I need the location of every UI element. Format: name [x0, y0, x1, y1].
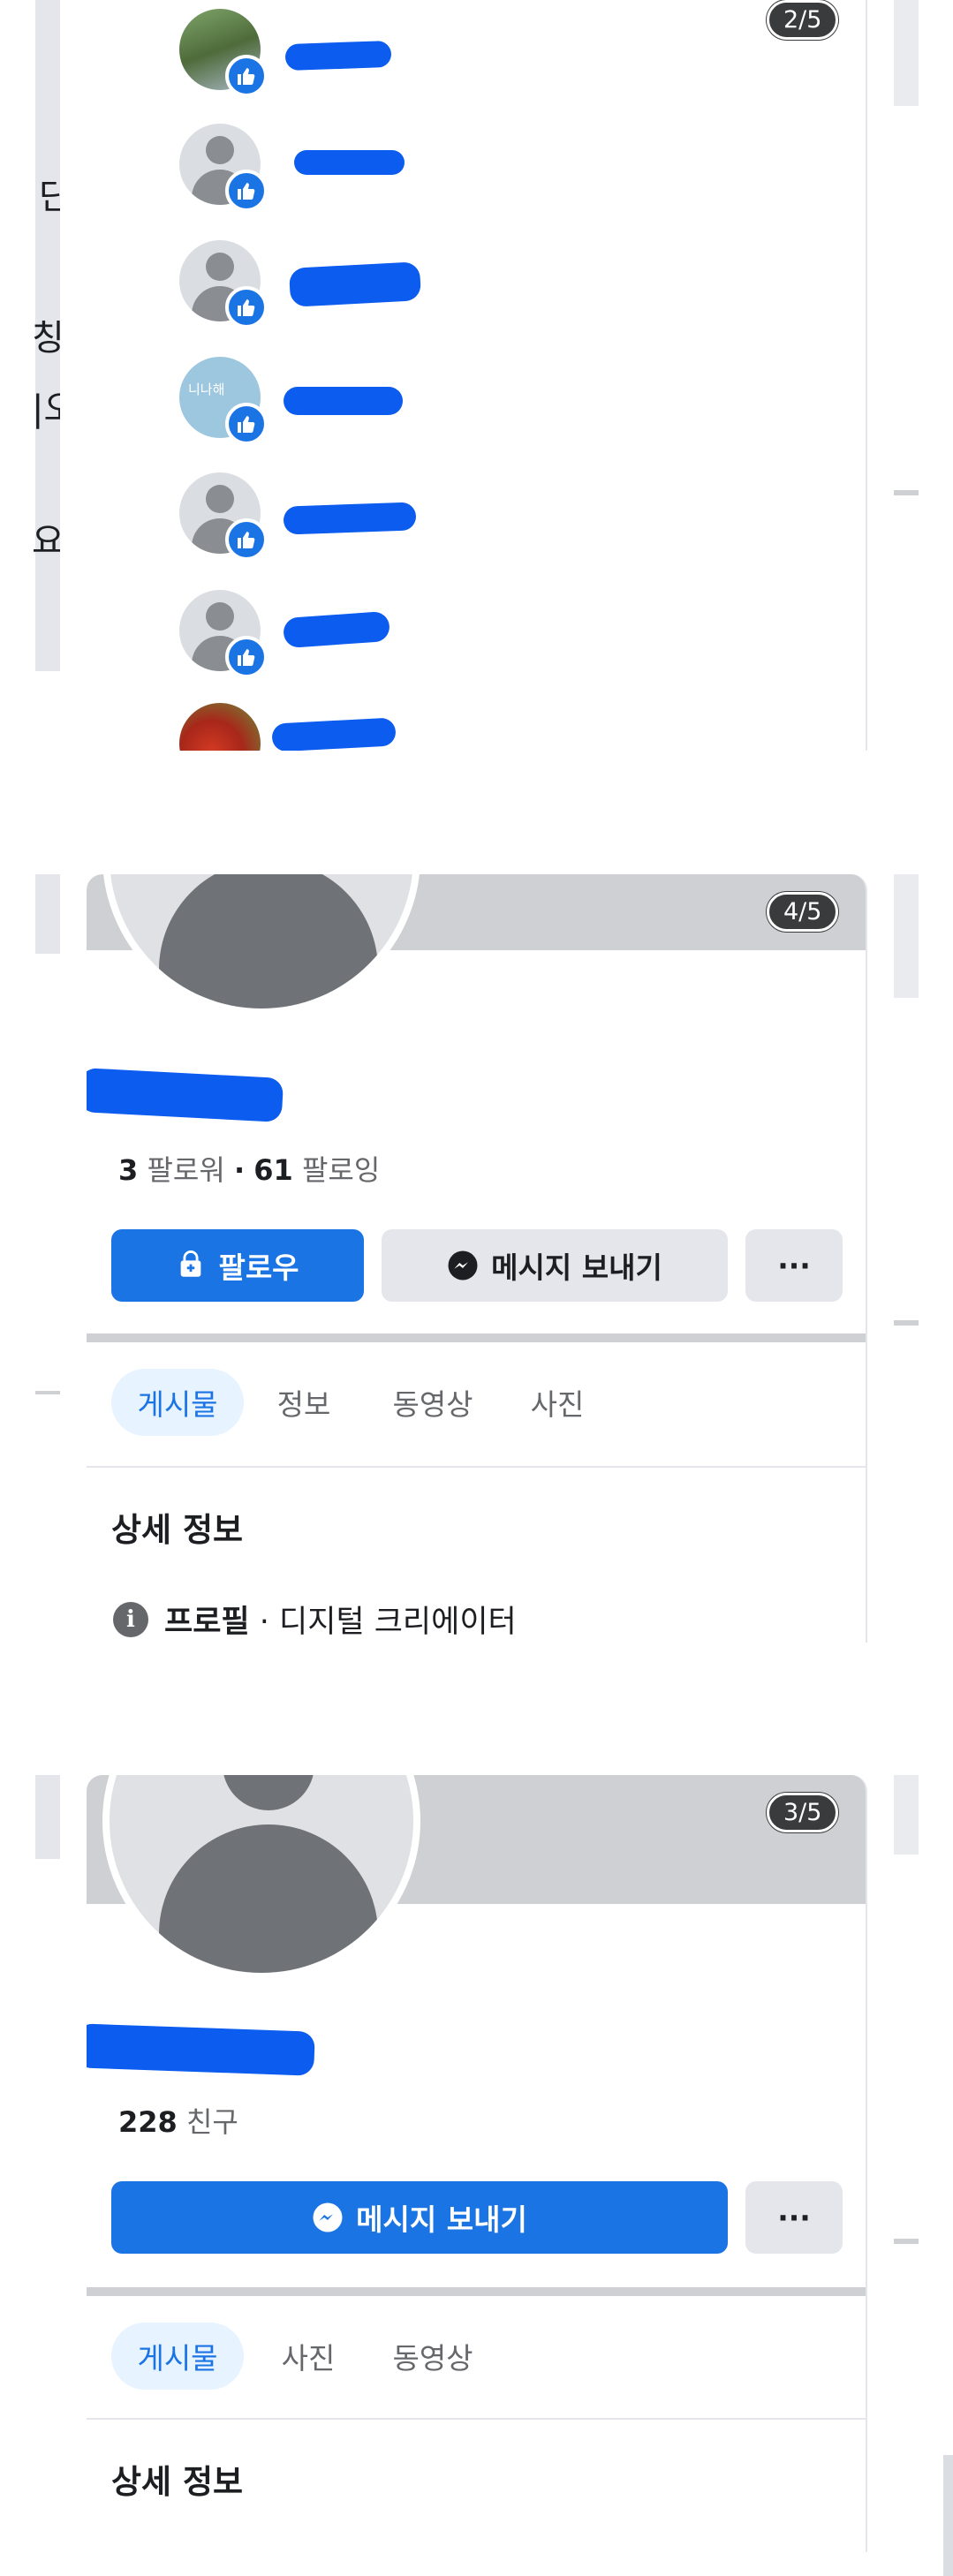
profile-category-value: · 디지털 크리에이터 [259, 1605, 517, 1640]
tab-photos[interactable]: 사진 [260, 2323, 357, 2390]
followers-count: 3 [118, 1153, 139, 1187]
like-badge-icon [225, 55, 268, 97]
follow-button-label: 팔로우 [218, 1250, 299, 1285]
more-options-button[interactable]: ··· [745, 1229, 843, 1302]
redacted-name [294, 150, 405, 175]
redacted-profile-name [87, 1068, 284, 1122]
profile-picture[interactable] [102, 1775, 420, 1980]
likes-list-card: 2/5 니나해 [60, 0, 867, 751]
image-counter-badge: 2/5 [767, 0, 839, 40]
following-count: 61 [253, 1153, 293, 1187]
profile-category-row: i 프로필 · 디지털 크리에이터 [113, 1597, 517, 1642]
left-neighbor-line [35, 1391, 60, 1394]
right-neighbor-card [894, 1775, 919, 1855]
tabs-divider [87, 1466, 866, 1468]
details-title: 상세 정보 [111, 1511, 244, 1549]
right-neighbor-line [894, 1320, 919, 1326]
follow-stats[interactable]: 3 팔로워 · 61 팔로잉 [118, 1148, 380, 1189]
image-counter-badge: 3/5 [767, 1793, 839, 1832]
profile-card-follow: 4/5 3 팔로워 · 61 팔로잉 팔로우 메시지 보내기 ··· 게시물 정… [87, 874, 867, 1643]
info-icon: i [113, 1601, 148, 1637]
friends-stats[interactable]: 228 친구 [118, 2100, 238, 2141]
more-icon: ··· [777, 1248, 811, 1283]
list-item[interactable] [179, 240, 533, 329]
list-item[interactable]: 니나해 [179, 357, 533, 445]
tab-posts[interactable]: 게시물 [111, 1369, 244, 1436]
profile-category-label: 프로필 [164, 1605, 250, 1640]
like-badge-icon [225, 403, 268, 445]
redacted-name [288, 261, 422, 307]
image-counter-badge: 4/5 [767, 892, 839, 932]
avatar-label: 니나해 [188, 381, 225, 397]
like-badge-icon [225, 518, 268, 561]
friends-label: 친구 [185, 2105, 238, 2139]
tab-videos[interactable]: 동영상 [362, 2323, 503, 2390]
tab-videos[interactable]: 동영상 [362, 1369, 503, 1436]
redacted-name [271, 717, 397, 751]
message-button[interactable]: 메시지 보내기 [111, 2181, 728, 2254]
redacted-name [283, 502, 417, 535]
followers-label: 팔로워 [147, 1153, 225, 1187]
follow-button[interactable]: 팔로우 [111, 1229, 364, 1302]
tab-photos[interactable]: 사진 [509, 1369, 606, 1436]
section-divider [87, 2287, 866, 2296]
tabs-divider [87, 2418, 866, 2420]
tab-about[interactable]: 정보 [260, 1369, 348, 1436]
stats-separator: · [233, 1153, 246, 1187]
messenger-icon [313, 2202, 343, 2232]
list-item[interactable] [179, 124, 533, 212]
like-badge-icon [225, 170, 268, 212]
tab-posts[interactable]: 게시물 [111, 2323, 244, 2390]
left-neighbor-card [35, 1775, 60, 2552]
following-label: 팔로잉 [301, 1153, 381, 1187]
avatar[interactable] [179, 703, 261, 751]
left-neighbor-cover [35, 874, 60, 954]
right-neighbor-line [894, 2239, 919, 2244]
like-badge-icon [225, 286, 268, 329]
redacted-name [284, 40, 392, 72]
redacted-profile-name [87, 2023, 315, 2076]
message-button-label: 메시지 보내기 [356, 2202, 527, 2237]
more-options-button[interactable]: ··· [745, 2181, 843, 2254]
like-badge-icon [225, 636, 268, 678]
right-neighbor-line [894, 490, 919, 495]
follow-icon [181, 1250, 201, 1277]
list-item[interactable] [179, 703, 533, 751]
details-title: 상세 정보 [111, 2463, 244, 2501]
left-neighbor-card [35, 874, 60, 1510]
profile-card-friends: 3/5 228 친구 메시지 보내기 ··· 게시물 사진 동영상 상세 정보 [87, 1775, 867, 2552]
message-button-label: 메시지 보내기 [491, 1250, 662, 1285]
list-item[interactable] [179, 590, 533, 678]
friends-count: 228 [118, 2105, 178, 2139]
right-neighbor-card [894, 0, 919, 106]
list-item[interactable] [179, 9, 533, 97]
profile-picture[interactable] [102, 874, 420, 1016]
message-button[interactable]: 메시지 보내기 [382, 1229, 728, 1302]
list-item[interactable] [179, 472, 533, 561]
right-neighbor-edge [943, 2455, 953, 2576]
right-neighbor-card [894, 874, 919, 998]
left-neighbor-cover [35, 1775, 60, 1859]
redacted-name [284, 387, 403, 415]
more-icon: ··· [777, 2200, 811, 2235]
messenger-icon [448, 1250, 478, 1280]
section-divider [87, 1333, 866, 1342]
redacted-name [282, 610, 391, 649]
